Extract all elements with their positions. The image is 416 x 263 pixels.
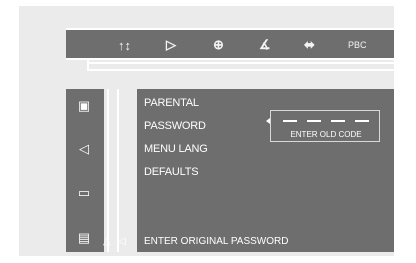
pbc-button[interactable]: PBC xyxy=(348,36,367,54)
person-icon[interactable]: ▣ xyxy=(73,97,95,115)
menu-item-menu-lang[interactable]: MENU LANG xyxy=(144,143,208,155)
sidebar: ▣ ◁ ▭ ▤ xyxy=(66,89,104,252)
panel-divider xyxy=(117,89,119,252)
angle-icon[interactable]: ∡ xyxy=(259,36,271,54)
dvd-setup-screen: ↑↕ ▷ ⊕ ∡ ⬌ PBC ▣ ◁ ▭ ▤ PARENTAL PASSWORD… xyxy=(19,6,394,256)
code-digit-slot xyxy=(307,120,321,122)
connector-line xyxy=(87,62,394,64)
code-entry-label: ENTER OLD CODE xyxy=(290,130,362,139)
settings-panel: PARENTAL PASSWORD MENU LANG DEFAULTS ENT… xyxy=(137,89,394,252)
menu-item-password[interactable]: PASSWORD xyxy=(144,120,206,132)
nav-left-icon: ◁ xyxy=(118,236,126,247)
zoom-icon[interactable]: ⊕ xyxy=(213,36,224,54)
code-digit-slot xyxy=(331,120,345,122)
audio-channel-icon[interactable]: ⬌ xyxy=(304,36,315,54)
panel-divider xyxy=(107,89,109,252)
menu-item-defaults[interactable]: DEFAULTS xyxy=(144,166,199,178)
status-message: ENTER ORIGINAL PASSWORD xyxy=(144,236,289,247)
settings-icon[interactable]: ↑↕ xyxy=(118,36,131,54)
connector-line xyxy=(87,69,394,71)
nav-up-icon: △ xyxy=(103,236,111,247)
play-icon[interactable]: ▷ xyxy=(166,36,176,54)
code-digit-slot xyxy=(355,120,369,122)
lock-icon[interactable]: ▤ xyxy=(73,229,95,247)
speaker-icon[interactable]: ◁ xyxy=(73,140,95,158)
code-entry-box[interactable]: ENTER OLD CODE xyxy=(270,110,380,142)
subtitle-icon[interactable]: ▭ xyxy=(73,184,95,202)
menu-item-parental[interactable]: PARENTAL xyxy=(144,97,199,109)
code-digit-slot xyxy=(283,120,297,122)
top-menu-bar: ↑↕ ▷ ⊕ ∡ ⬌ PBC xyxy=(66,28,394,60)
